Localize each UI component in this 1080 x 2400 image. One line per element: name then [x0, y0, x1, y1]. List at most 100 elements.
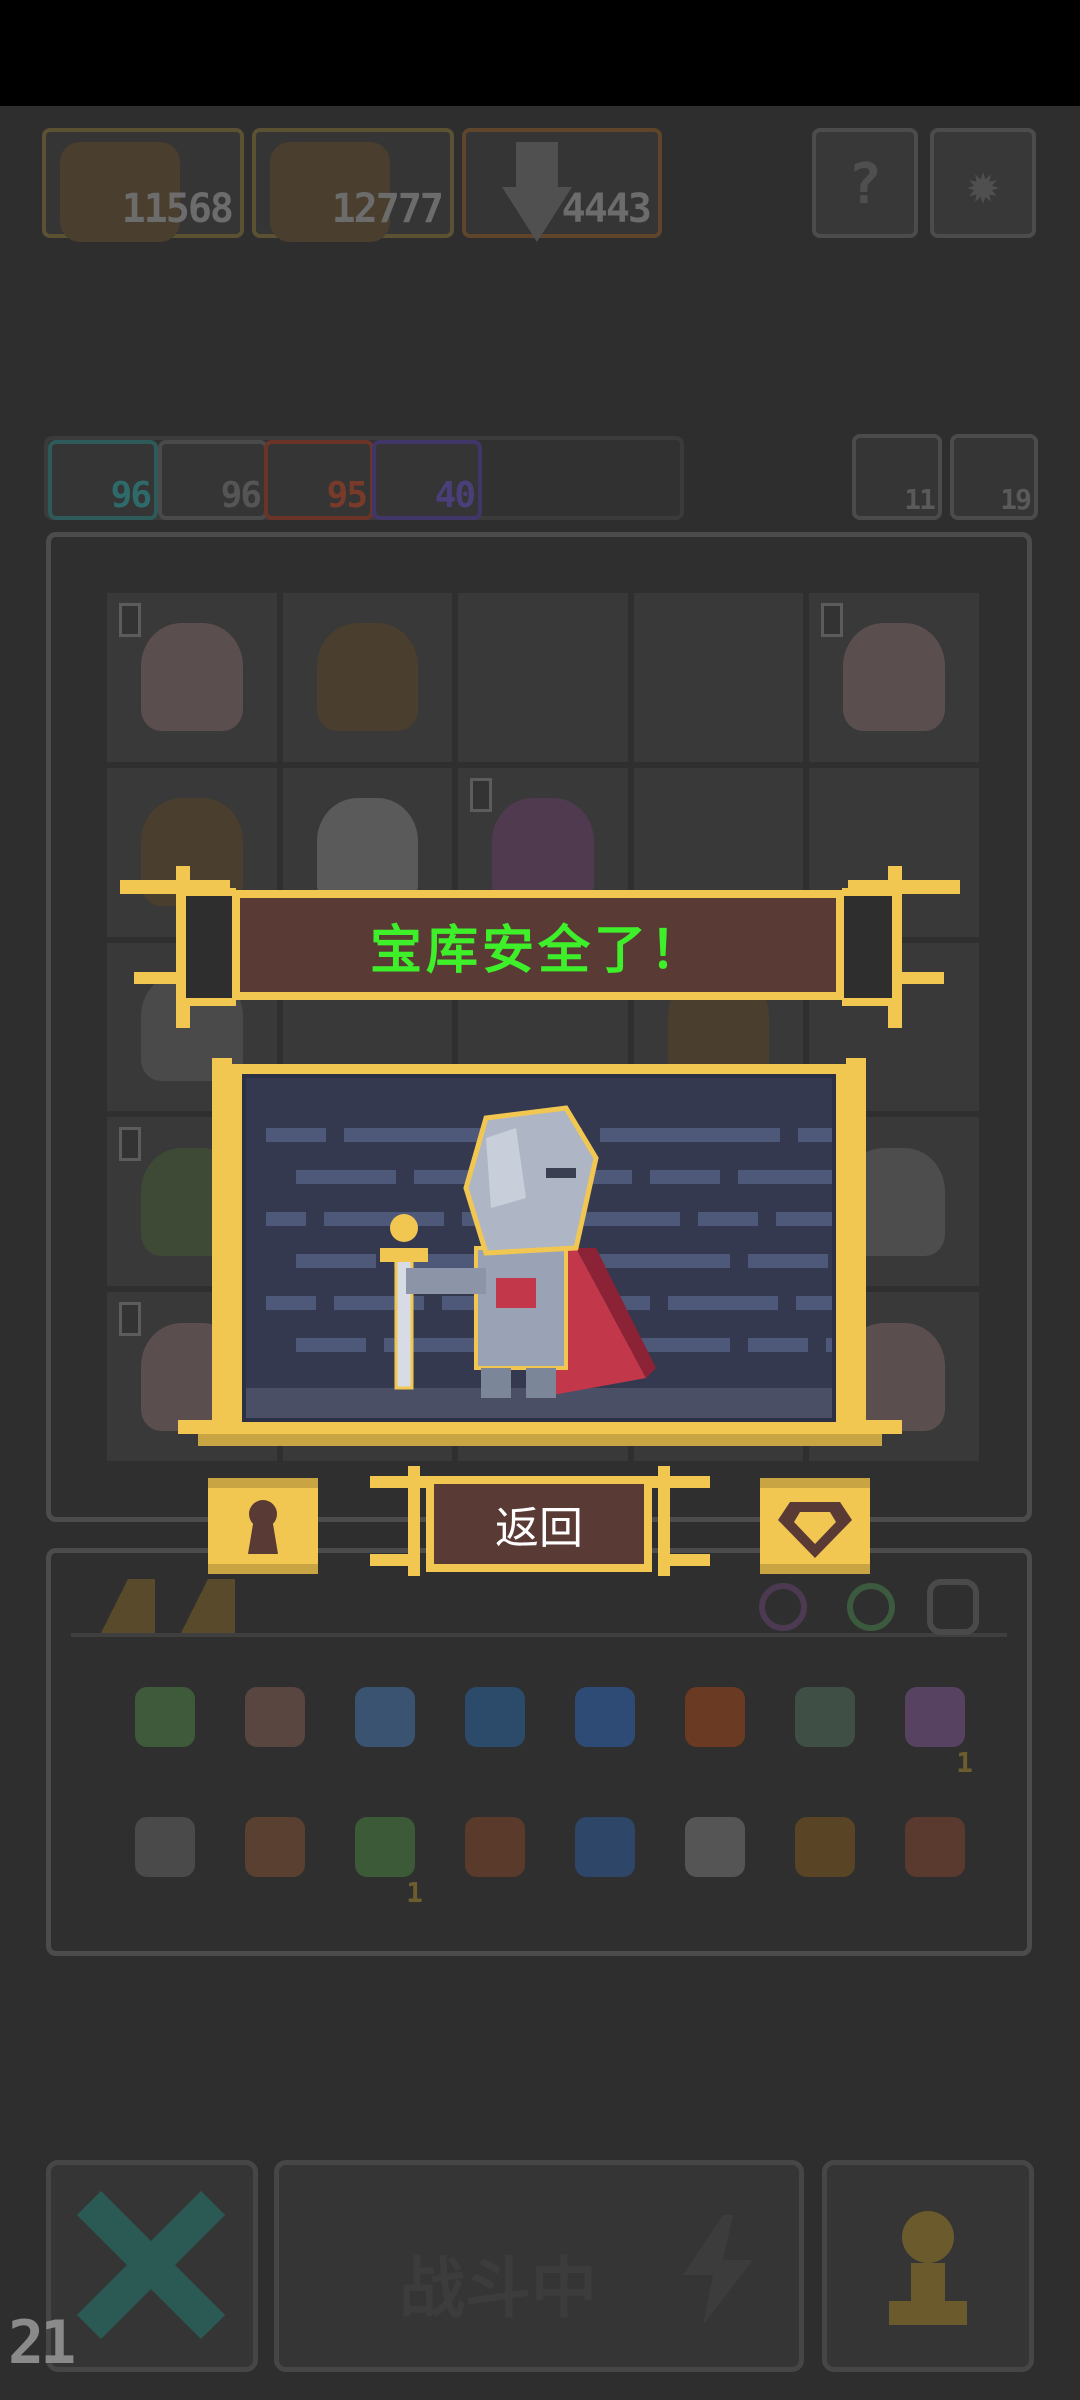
- stat-slot-mail: 96: [158, 440, 268, 520]
- counter-value: 19: [1000, 483, 1032, 516]
- inventory-item[interactable]: [661, 1673, 771, 1803]
- monster-sprite: [140, 623, 243, 732]
- mask-icon: [465, 1817, 525, 1877]
- banner-ornament: [134, 972, 190, 984]
- gem-icon: [760, 1478, 870, 1574]
- illustration-scene: [246, 1078, 832, 1418]
- inventory-item[interactable]: [221, 1803, 331, 1933]
- return-button[interactable]: 返回: [426, 1476, 652, 1572]
- hourglass-icon: [905, 1687, 965, 1747]
- stat-value: 96: [220, 475, 262, 516]
- board-cell[interactable]: [107, 593, 277, 762]
- key-counter[interactable]: 19: [950, 434, 1038, 520]
- hero-button[interactable]: [822, 2160, 1034, 2372]
- banner-ornament: [842, 888, 892, 1006]
- battle-label: 战斗中: [399, 2250, 597, 2327]
- frame-base: [198, 1434, 882, 1446]
- totem-icon: [795, 1817, 855, 1877]
- keyhole-button[interactable]: [208, 1478, 318, 1574]
- inventory-tabs: [71, 1573, 1007, 1637]
- banner-title: 宝库安全了！: [369, 920, 706, 981]
- counter-value: 11: [904, 483, 936, 516]
- keyhole-icon: [208, 1478, 318, 1574]
- battle-button[interactable]: 战斗中: [274, 2160, 804, 2372]
- cancel-button[interactable]: [46, 2160, 258, 2372]
- stat-value: 95: [326, 475, 368, 516]
- resource-value: 11568: [121, 186, 234, 232]
- inventory-panel: 11: [46, 1548, 1032, 1956]
- settings-button[interactable]: ✹: [930, 128, 1036, 238]
- stat-slot-spiral: 96: [48, 440, 158, 520]
- inventory-item[interactable]: 1: [881, 1673, 991, 1803]
- frame-post: [212, 1058, 232, 1438]
- inventory-item[interactable]: [771, 1673, 881, 1803]
- help-icon: ?: [848, 152, 882, 217]
- level-badge: [119, 603, 141, 637]
- inventory-item[interactable]: [661, 1803, 771, 1933]
- knight-sprite: [380, 1105, 656, 1398]
- inventory-grid: 11: [111, 1673, 991, 1933]
- close-icon: [76, 2190, 226, 2340]
- horn-icon: [905, 1817, 965, 1877]
- armor-icon[interactable]: [927, 1579, 979, 1635]
- inventory-item[interactable]: [771, 1803, 881, 1933]
- button-ornament: [370, 1554, 412, 1566]
- tornado-icon: [685, 1817, 745, 1877]
- lightning-icon: [683, 2215, 753, 2325]
- tab-gold-icon[interactable]: [181, 1579, 235, 1633]
- inventory-item[interactable]: [881, 1803, 991, 1933]
- board-cell[interactable]: [458, 593, 628, 762]
- tab-gold-icon[interactable]: [101, 1579, 155, 1633]
- return-label: 返回: [495, 1503, 583, 1554]
- helmet-icon: [135, 1687, 195, 1747]
- gem-button[interactable]: [760, 1478, 870, 1574]
- pawn-icon: [889, 2211, 967, 2325]
- ring-icon[interactable]: [759, 1583, 807, 1631]
- level-badge: [119, 1127, 141, 1162]
- level-badge: [470, 777, 493, 812]
- stat-value: 40: [434, 475, 476, 516]
- phone-icon: [795, 1687, 855, 1747]
- vine-icon: [355, 1817, 415, 1877]
- inventory-item[interactable]: [331, 1673, 441, 1803]
- banner-ornament: [888, 972, 944, 984]
- fps-counter: 21: [8, 2308, 76, 2378]
- vault-banner: 宝库安全了！: [232, 890, 844, 1000]
- tower-counter[interactable]: 11: [852, 434, 942, 520]
- inventory-item[interactable]: [441, 1803, 551, 1933]
- nature-icon[interactable]: [847, 1583, 895, 1631]
- inventory-item[interactable]: [111, 1803, 221, 1933]
- inventory-item[interactable]: [441, 1673, 551, 1803]
- stat-slot-lightning: 40: [372, 440, 482, 520]
- monster-sprite: [316, 623, 419, 732]
- stat-slot-arrow: 95: [264, 440, 374, 520]
- resource-slot-1: 11568: [42, 128, 244, 242]
- status-bar: [0, 0, 1080, 106]
- help-button[interactable]: ?: [812, 128, 918, 238]
- wind-icon: [355, 1687, 415, 1747]
- board-cell[interactable]: [809, 593, 979, 762]
- ice-scroll-icon: [575, 1817, 635, 1877]
- resource-slot-2: 12777: [252, 128, 454, 242]
- inventory-item[interactable]: 1: [331, 1803, 441, 1933]
- level-badge: [821, 603, 844, 637]
- button-ornament: [666, 1554, 710, 1566]
- board-cell[interactable]: [282, 593, 453, 762]
- resource-slot-3: 4443: [462, 128, 662, 242]
- board-cell[interactable]: [633, 593, 804, 762]
- hammer-icon: [245, 1687, 305, 1747]
- level-badge: [119, 1302, 141, 1337]
- item-count: 1: [956, 1746, 973, 1779]
- resource-value: 12777: [331, 186, 444, 232]
- monster-sprite: [843, 623, 946, 732]
- stat-value: 96: [110, 475, 152, 516]
- inventory-item[interactable]: [111, 1673, 221, 1803]
- drop-icon: [575, 1687, 635, 1747]
- frame-post: [846, 1058, 866, 1438]
- inventory-item[interactable]: [221, 1673, 331, 1803]
- fire-scroll-icon: [685, 1687, 745, 1747]
- inventory-item[interactable]: [551, 1803, 661, 1933]
- item-count: 1: [406, 1876, 423, 1909]
- inventory-item[interactable]: [551, 1673, 661, 1803]
- resource-value: 4443: [561, 186, 652, 232]
